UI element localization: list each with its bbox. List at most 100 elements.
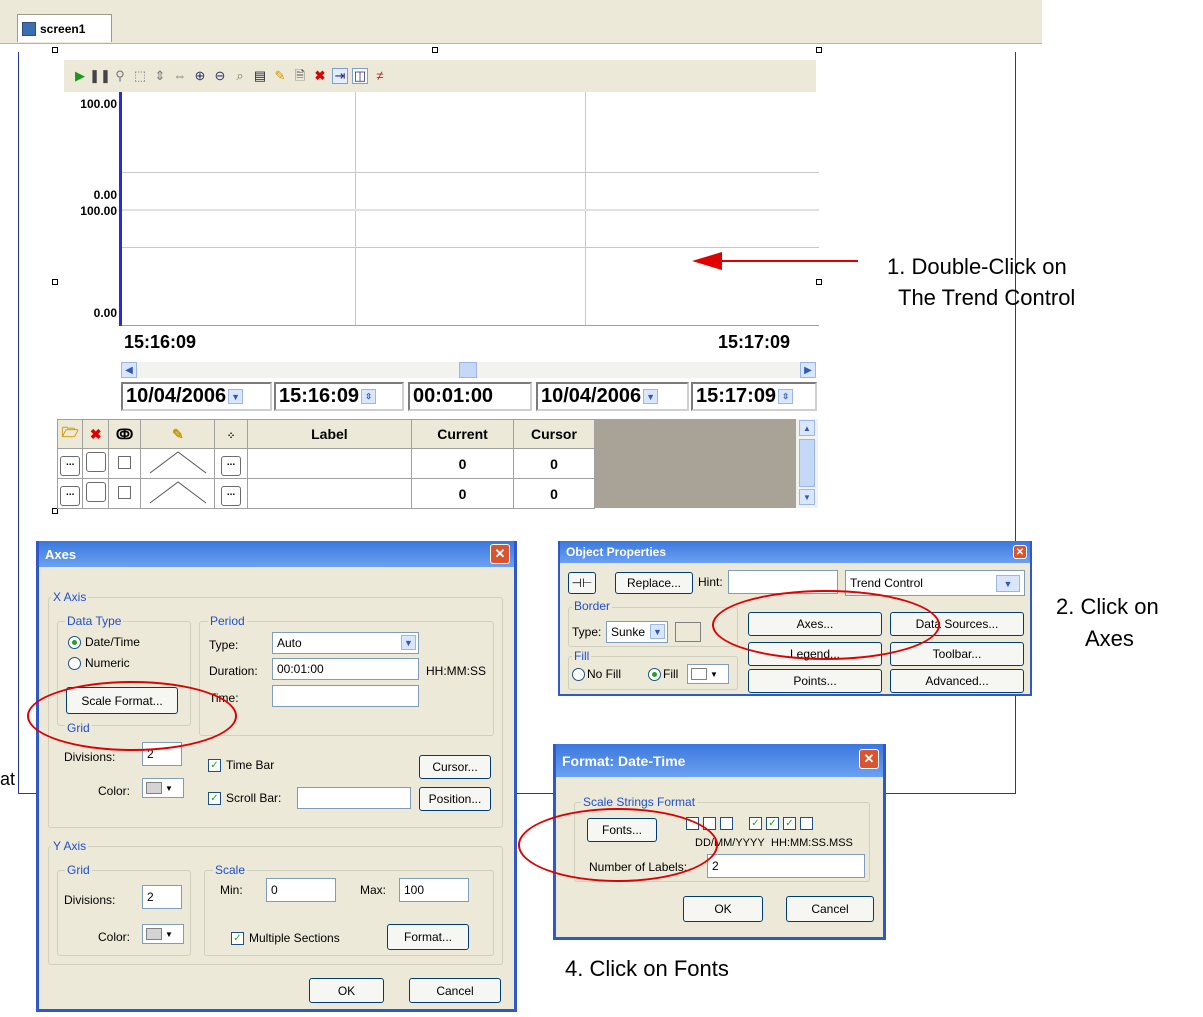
pen-props-button[interactable]: ... [60, 455, 81, 476]
fill-radio[interactable] [648, 668, 661, 681]
delete-pen-icon[interactable]: ✖ [82, 419, 109, 449]
zoom-reset-icon[interactable]: ⌕ [232, 68, 248, 84]
scroll-down-arrow-icon[interactable]: ▼ [799, 489, 815, 505]
delete-icon[interactable]: ✖ [312, 68, 328, 84]
border-color-swatch[interactable] [675, 622, 701, 642]
pen-color-button[interactable] [85, 452, 106, 472]
scroll-up-arrow-icon[interactable]: ▲ [799, 420, 815, 436]
date-part-checkbox[interactable] [720, 817, 733, 830]
pen-label-cell[interactable] [246, 478, 413, 509]
scroll-thumb[interactable] [799, 439, 815, 487]
scroll-bar-checkbox[interactable]: ✓ [208, 792, 221, 805]
time-part-checkbox[interactable]: ✓ [783, 817, 796, 830]
visibility-icon[interactable]: ↂ [107, 419, 142, 449]
open-folder-icon[interactable]: 🗁 [56, 419, 84, 449]
pen-style-icon[interactable]: ✎ [140, 419, 216, 449]
end-date-field[interactable]: 10/04/2006 ▼ [536, 382, 689, 411]
period-type-select[interactable]: Auto ▼ [272, 632, 419, 654]
pin-icon[interactable]: ⊣⊢ [568, 572, 596, 594]
scroll-thumb[interactable] [459, 362, 477, 378]
time-scrollbar[interactable]: ◀ ▶ [121, 362, 816, 378]
legend-scrollbar[interactable]: ▲ ▼ [796, 419, 818, 508]
cursor-icon[interactable]: ⇥ [332, 68, 348, 84]
y-format-button[interactable]: Format... [387, 924, 469, 950]
marker-icon[interactable]: ≠ [372, 68, 388, 84]
start-date-field[interactable]: 10/04/2006 ▼ [121, 382, 272, 411]
pen-source-button[interactable]: ... [221, 485, 242, 506]
link-icon[interactable]: ⚲ [112, 68, 128, 84]
points-button[interactable]: Points... [748, 669, 882, 693]
axes-ok-button[interactable]: OK [309, 978, 384, 1003]
tab-screen1[interactable]: screen1 [17, 14, 112, 42]
end-time-field[interactable]: 15:17:09 ⇳ [691, 382, 817, 411]
start-time-field[interactable]: 15:16:09 ⇳ [274, 382, 404, 411]
format-cancel-button[interactable]: Cancel [786, 896, 874, 922]
data-source-icon[interactable]: ⁘ [214, 419, 248, 449]
date-time-radio[interactable] [68, 636, 81, 649]
selection-handle[interactable] [816, 279, 822, 285]
table-row[interactable]: ... ... 0 0 [56, 478, 596, 509]
time-bar-checkbox[interactable]: ✓ [208, 759, 221, 772]
pen-style-cell[interactable] [140, 478, 216, 509]
fill-color-picker[interactable]: ▼ [687, 664, 729, 684]
selection-handle[interactable] [52, 47, 58, 53]
close-icon[interactable]: ✕ [859, 749, 879, 769]
pen-label-cell[interactable] [246, 448, 413, 479]
multiple-sections-checkbox[interactable]: ✓ [231, 932, 244, 945]
zoom-in-icon[interactable]: ⊕ [192, 68, 208, 84]
scroll-right-arrow-icon[interactable]: ▶ [800, 362, 816, 378]
max-input[interactable]: 100 [399, 878, 469, 902]
selection-handle[interactable] [816, 47, 822, 53]
time-part-checkbox[interactable] [800, 817, 813, 830]
cursor-button[interactable]: Cursor... [419, 755, 491, 779]
scroll-left-arrow-icon[interactable]: ◀ [121, 362, 137, 378]
pause-icon[interactable]: ❚❚ [89, 68, 111, 84]
selection-handle[interactable] [432, 47, 438, 53]
selection-handle[interactable] [52, 279, 58, 285]
duration-field[interactable]: 00:01:00 [408, 382, 532, 411]
x-grid-color-picker[interactable]: ▼ [142, 778, 184, 798]
replace-button[interactable]: Replace... [615, 572, 693, 594]
pen-props-button[interactable]: ... [60, 485, 81, 506]
close-icon[interactable]: ✕ [1013, 545, 1027, 559]
no-fill-radio[interactable] [572, 668, 585, 681]
table-icon[interactable]: ▤ [252, 68, 268, 84]
chevron-down-icon[interactable]: ▼ [650, 624, 665, 639]
play-icon[interactable]: ▶ [72, 68, 88, 84]
zoom-vertical-icon[interactable]: ⇕ [152, 68, 168, 84]
chevron-down-icon[interactable]: ▼ [996, 575, 1020, 592]
time-part-checkbox[interactable]: ✓ [749, 817, 762, 830]
position-button[interactable]: Position... [419, 787, 491, 811]
zoom-box-icon[interactable]: ⬚ [132, 68, 148, 84]
pen-visible-checkbox[interactable] [118, 485, 132, 499]
time-input[interactable] [272, 685, 419, 707]
pen-color-button[interactable] [85, 482, 106, 502]
report-icon[interactable]: 🗎 [292, 68, 308, 84]
pen-visible-checkbox[interactable] [118, 455, 132, 469]
num-labels-input[interactable]: 2 [707, 854, 865, 878]
advanced-button[interactable]: Advanced... [890, 669, 1024, 693]
close-icon[interactable]: ✕ [490, 544, 510, 564]
axes-cancel-button[interactable]: Cancel [409, 978, 501, 1003]
pen-icon[interactable]: ✎ [272, 68, 288, 84]
spinner-icon[interactable]: ⇳ [778, 389, 794, 404]
chevron-down-icon[interactable]: ▼ [228, 389, 244, 404]
spinner-icon[interactable]: ⇳ [361, 389, 377, 404]
split-view-icon[interactable]: ◫ [352, 68, 368, 84]
duration-input[interactable]: 00:01:00 [272, 658, 419, 680]
zoom-horizontal-icon[interactable]: ⇔ [172, 68, 188, 84]
chevron-down-icon[interactable]: ▼ [401, 635, 416, 650]
y-grid-color-picker[interactable]: ▼ [142, 924, 184, 944]
zoom-out-icon[interactable]: ⊖ [212, 68, 228, 84]
chevron-down-icon[interactable]: ▼ [643, 389, 659, 404]
table-row[interactable]: ... ... 0 0 [56, 448, 596, 479]
trend-graph-area[interactable] [119, 92, 819, 326]
pen-style-cell[interactable] [140, 448, 216, 479]
border-type-select[interactable]: Sunke ▼ [606, 621, 668, 643]
y-divisions-input[interactable]: 2 [142, 885, 182, 909]
format-ok-button[interactable]: OK [683, 896, 763, 922]
numeric-radio[interactable] [68, 657, 81, 670]
time-part-checkbox[interactable]: ✓ [766, 817, 779, 830]
min-input[interactable]: 0 [266, 878, 336, 902]
scroll-bar-input[interactable] [297, 787, 411, 809]
